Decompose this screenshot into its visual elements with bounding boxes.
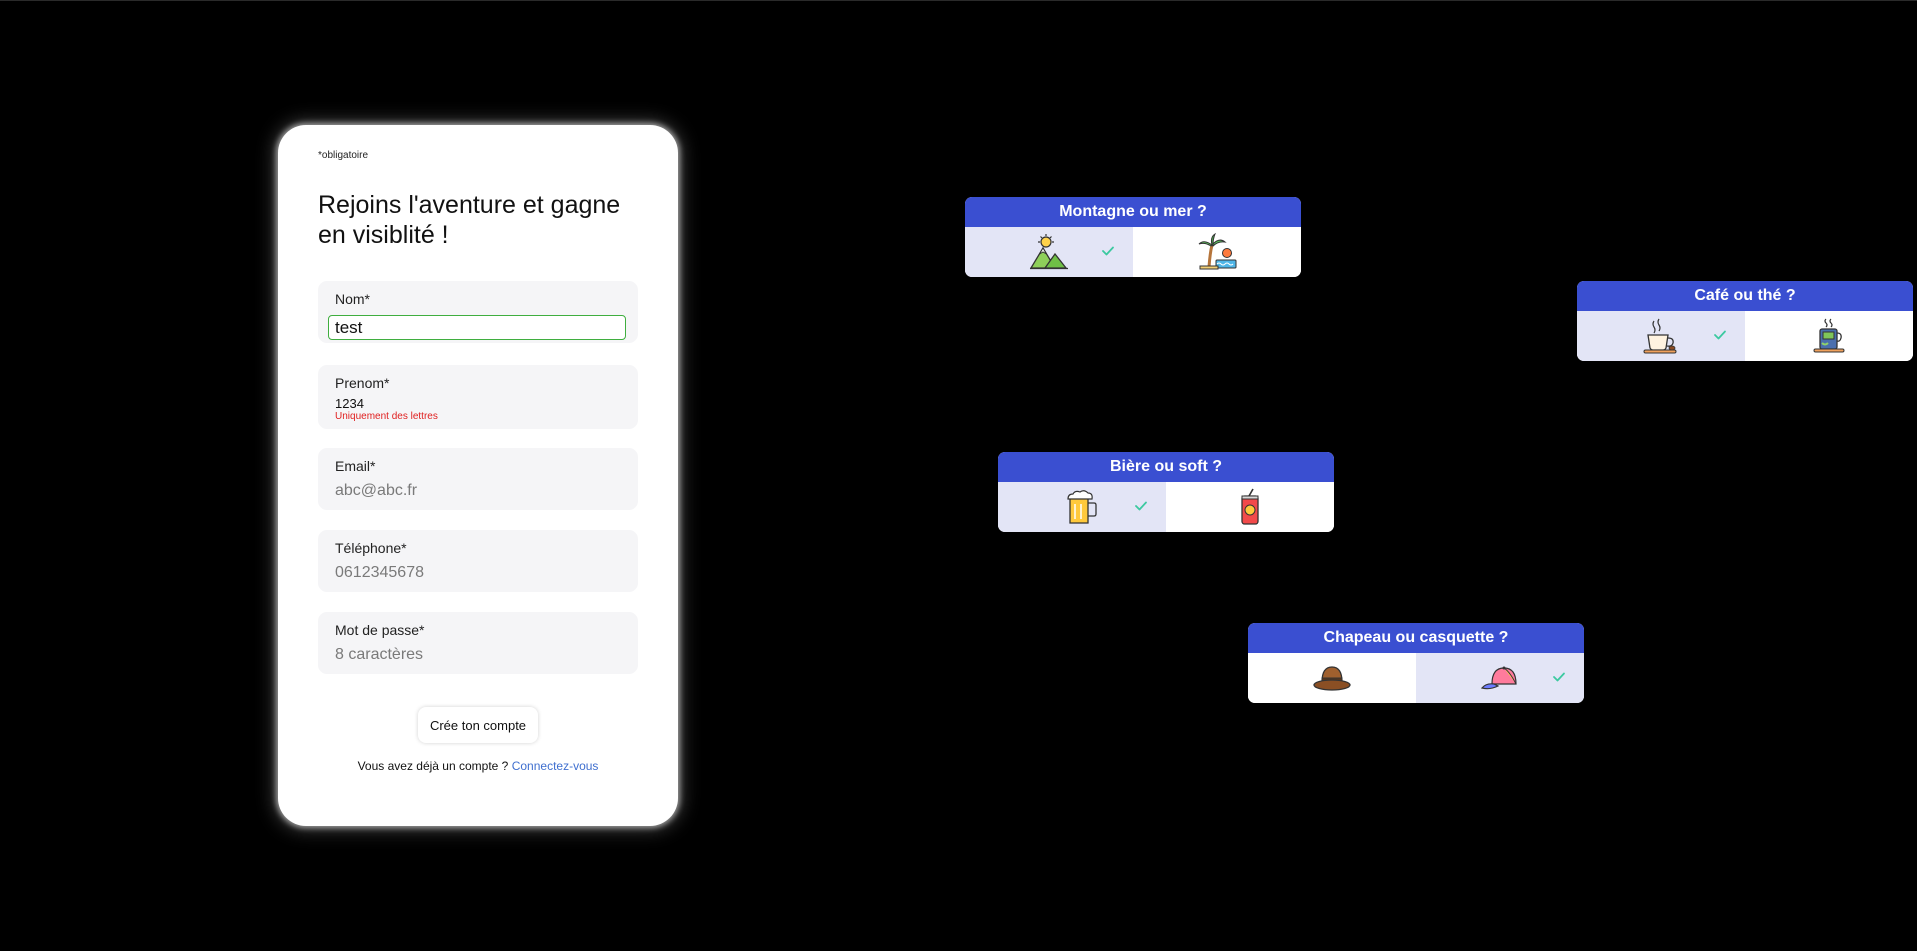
choice-question: Bière ou soft ? bbox=[998, 452, 1334, 482]
field-label-nom: Nom* bbox=[335, 291, 371, 307]
login-prompt-line: Vous avez déjà un compte ? Connectez-vou… bbox=[278, 759, 678, 773]
field-prenom: Prenom* Uniquement des lettres bbox=[318, 365, 638, 429]
option-chapeau[interactable] bbox=[1248, 653, 1416, 703]
check-icon bbox=[1553, 672, 1565, 682]
email-input[interactable] bbox=[335, 481, 621, 501]
mountain-icon bbox=[1029, 234, 1068, 270]
choice-card-chapeau-casquette: Chapeau ou casquette ? bbox=[1248, 623, 1584, 703]
signup-form-card: *obligatoire Rejoins l'aventure et gagne… bbox=[278, 125, 678, 826]
option-biere[interactable] bbox=[998, 482, 1166, 532]
hat-icon bbox=[1313, 666, 1351, 691]
field-label-prenom: Prenom* bbox=[335, 375, 390, 391]
password-input[interactable] bbox=[335, 645, 621, 665]
option-the[interactable] bbox=[1745, 311, 1913, 361]
option-casquette[interactable] bbox=[1416, 653, 1584, 703]
choice-card-cafe-the: Café ou thé ? bbox=[1577, 281, 1913, 361]
choice-question: Montagne ou mer ? bbox=[965, 197, 1301, 227]
nom-input[interactable] bbox=[328, 315, 626, 340]
check-icon bbox=[1135, 501, 1147, 511]
soda-icon bbox=[1241, 488, 1259, 525]
check-icon bbox=[1714, 330, 1726, 340]
field-label-email: Email* bbox=[335, 458, 376, 474]
option-montagne[interactable] bbox=[965, 227, 1133, 277]
login-link[interactable]: Connectez-vous bbox=[512, 759, 599, 773]
option-cafe[interactable] bbox=[1577, 311, 1745, 361]
cap-icon bbox=[1480, 666, 1517, 690]
option-soft[interactable] bbox=[1166, 482, 1334, 532]
form-title: Rejoins l'aventure et gagne en visiblité… bbox=[318, 191, 621, 249]
coffee-cup-icon bbox=[1643, 318, 1677, 354]
field-email: Email* bbox=[318, 448, 638, 510]
beer-icon bbox=[1067, 490, 1097, 524]
telephone-input[interactable] bbox=[335, 563, 621, 583]
tea-icon bbox=[1813, 318, 1845, 353]
create-account-button[interactable]: Crée ton compte bbox=[418, 707, 538, 743]
choice-card-biere-soft: Bière ou soft ? bbox=[998, 452, 1334, 532]
field-label-telephone: Téléphone* bbox=[335, 540, 407, 556]
choice-card-montagne-mer: Montagne ou mer ? bbox=[965, 197, 1301, 277]
field-label-password: Mot de passe* bbox=[335, 622, 425, 638]
prenom-error: Uniquement des lettres bbox=[335, 411, 438, 422]
top-border bbox=[0, 0, 1917, 1]
choice-question: Café ou thé ? bbox=[1577, 281, 1913, 311]
field-password: Mot de passe* bbox=[318, 612, 638, 674]
required-note: *obligatoire bbox=[318, 150, 369, 161]
field-telephone: Téléphone* bbox=[318, 530, 638, 592]
prenom-input[interactable] bbox=[335, 395, 621, 411]
field-nom: Nom* bbox=[318, 281, 638, 343]
choice-question: Chapeau ou casquette ? bbox=[1248, 623, 1584, 653]
check-icon bbox=[1102, 246, 1114, 256]
beach-icon bbox=[1198, 233, 1237, 270]
login-prompt-text: Vous avez déjà un compte ? bbox=[357, 759, 509, 773]
option-mer[interactable] bbox=[1133, 227, 1301, 277]
